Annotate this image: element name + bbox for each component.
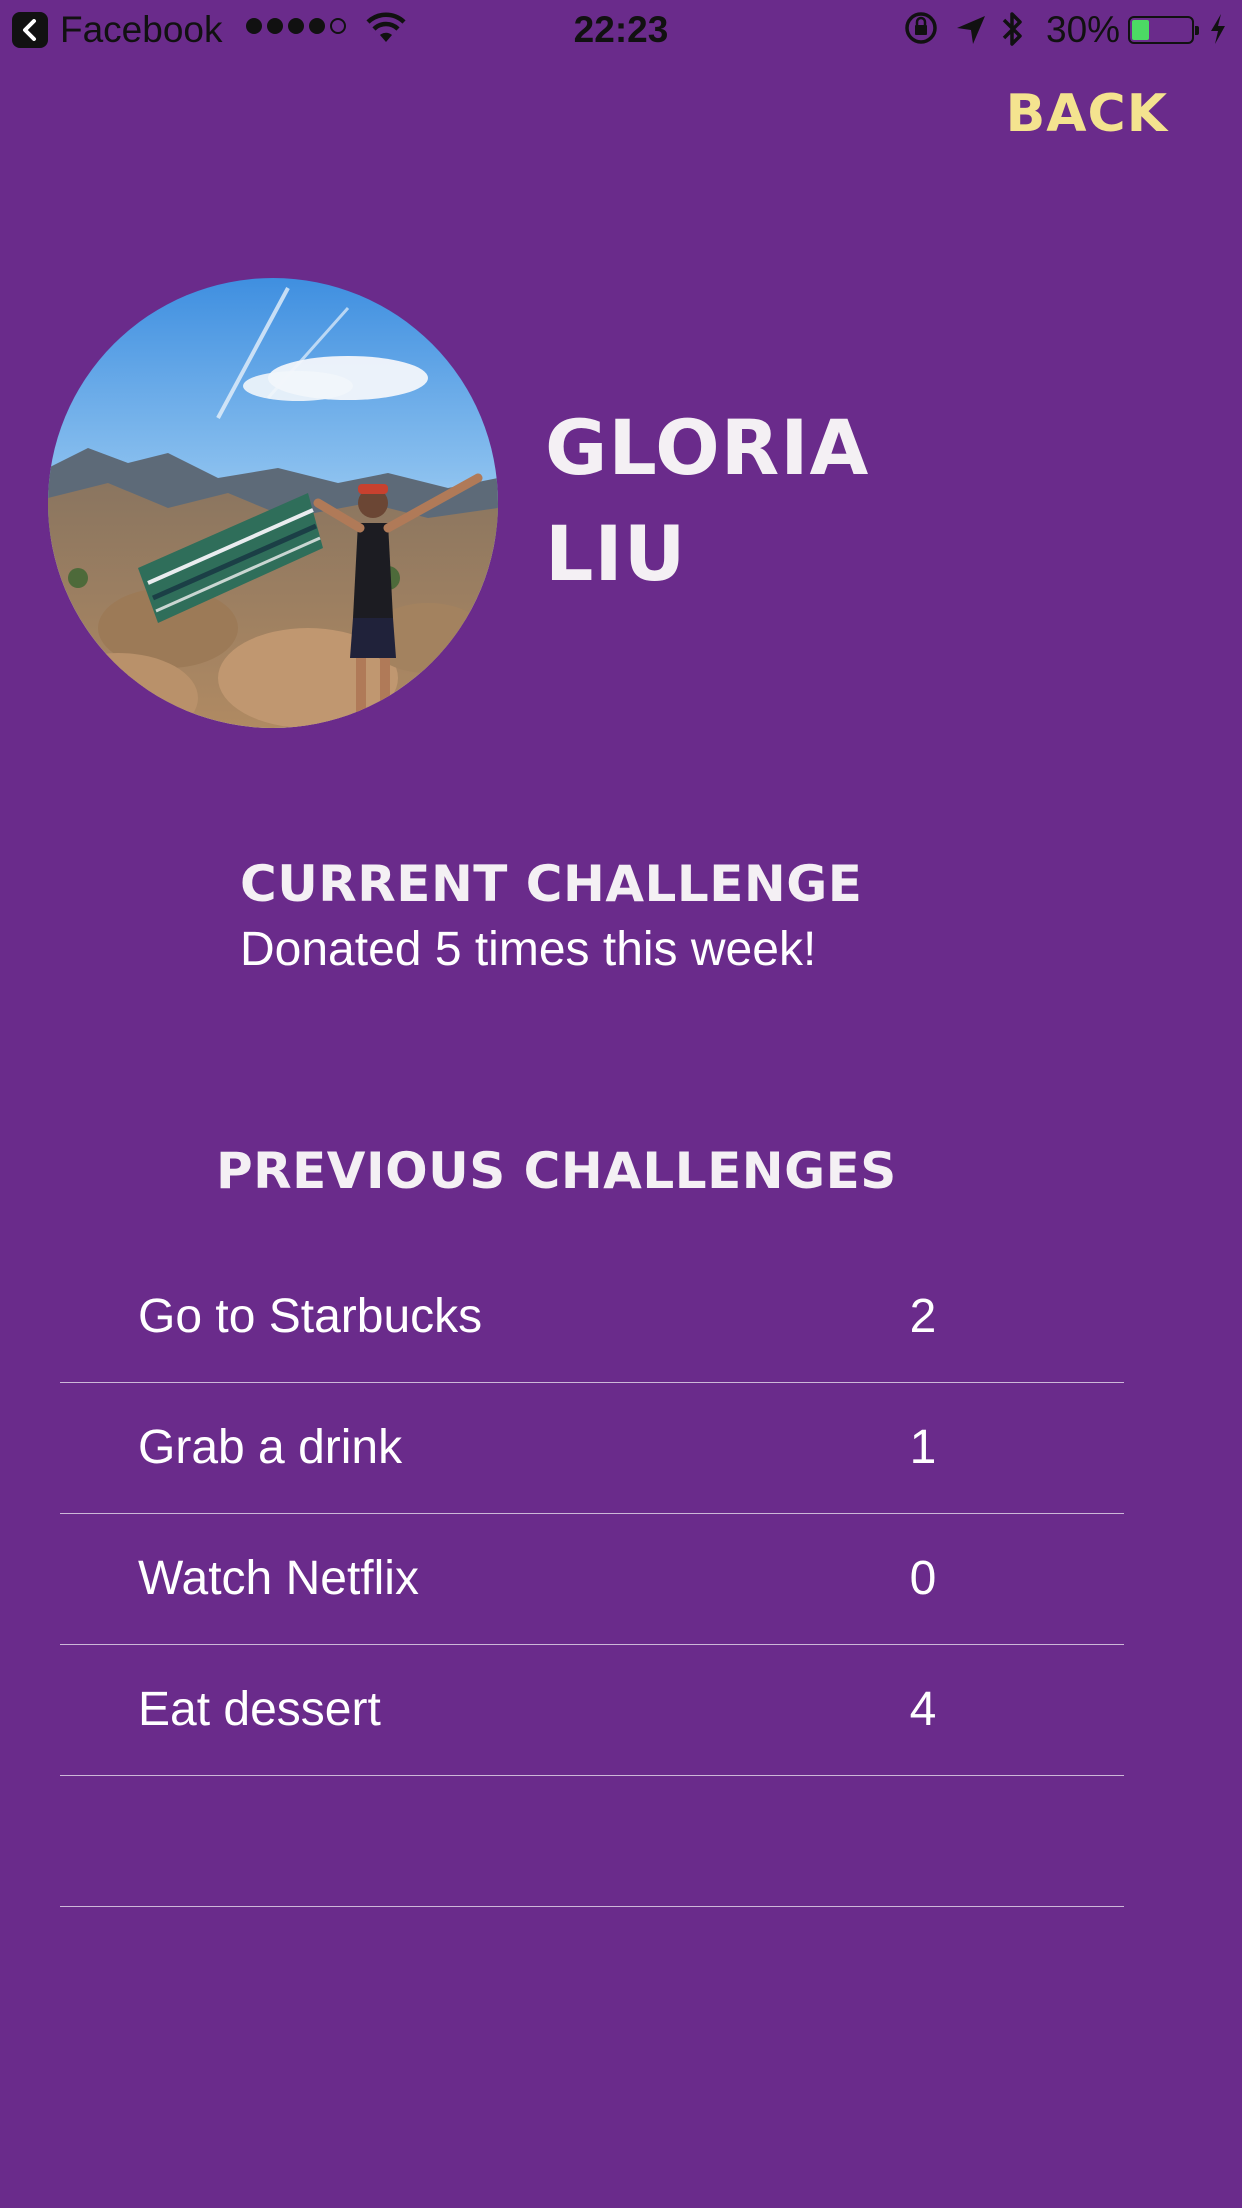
list-item[interactable]: Grab a drink 1 — [60, 1383, 1124, 1514]
challenge-name: Go to Starbucks — [138, 1290, 483, 1343]
back-button[interactable]: BACK — [1006, 84, 1168, 144]
list-item[interactable]: Go to Starbucks 2 — [60, 1252, 1124, 1383]
rotation-lock-icon — [903, 10, 939, 56]
current-challenge-text: Donated 5 times this week! — [240, 923, 817, 976]
list-item[interactable]: Watch Netflix 0 — [60, 1514, 1124, 1645]
challenge-count: 0 — [909, 1552, 937, 1605]
battery-icon — [1128, 16, 1199, 44]
list-item[interactable]: Eat dessert 4 — [60, 1645, 1124, 1776]
avatar — [48, 278, 498, 728]
challenge-name: Watch Netflix — [138, 1552, 419, 1605]
challenge-count: 4 — [909, 1683, 937, 1736]
status-bar: Facebook 22:23 30% — [0, 0, 1242, 60]
previous-challenges-list: Go to Starbucks 2 Grab a drink 1 Watch N… — [60, 1252, 1124, 1907]
profile-last-name: LIU — [545, 509, 687, 598]
charging-bolt-icon — [1208, 12, 1228, 56]
challenge-count: 2 — [909, 1290, 937, 1343]
location-arrow-icon — [955, 12, 987, 56]
challenge-name: Grab a drink — [138, 1421, 403, 1474]
challenge-count: 1 — [909, 1421, 937, 1474]
battery-percent: 30% — [1046, 9, 1121, 50]
profile-name: GLORIA LIU — [545, 395, 869, 607]
list-item-empty — [60, 1776, 1124, 1907]
current-challenge-title: CURRENT CHALLENGE — [240, 855, 863, 913]
bluetooth-icon — [1000, 10, 1026, 58]
previous-challenges-title: PREVIOUS CHALLENGES — [216, 1142, 897, 1200]
profile-first-name: GLORIA — [545, 403, 870, 492]
challenge-name: Eat dessert — [138, 1683, 381, 1736]
